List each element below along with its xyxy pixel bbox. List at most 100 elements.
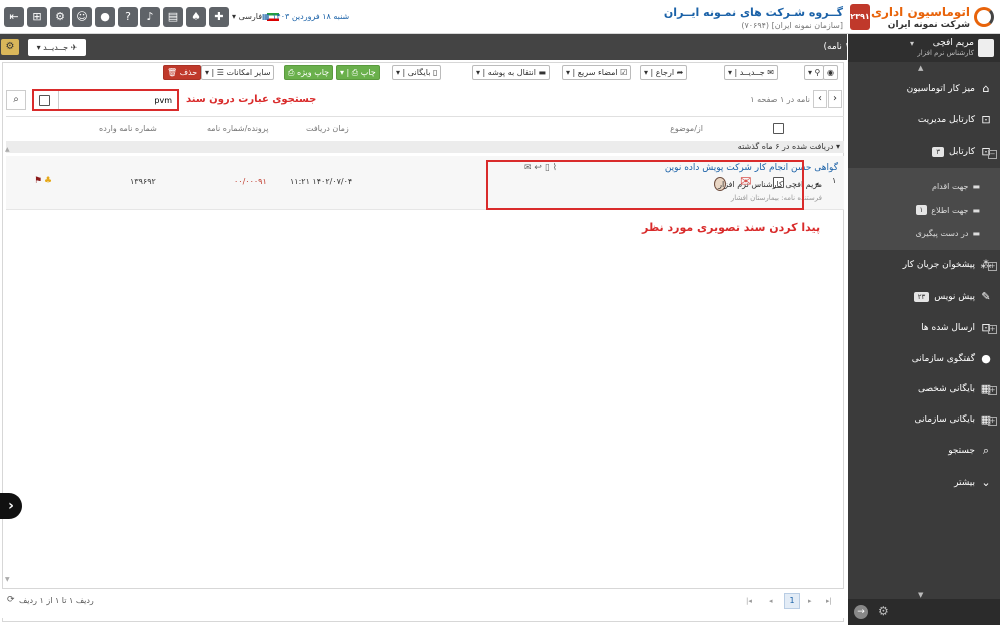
file-number: ۰۰/۰۰۰۹۱ <box>234 177 267 186</box>
chat-icon[interactable]: ● <box>95 7 115 27</box>
collapse-icon[interactable]: − <box>988 150 997 159</box>
rows-info: ردیف ۱ تا ۱ از ۱ ردیف <box>19 596 94 605</box>
chevron-down-icon: ⌄ <box>981 476 991 489</box>
sidebar-item-sent[interactable]: ارسال شده ها ⊡ <box>921 322 992 334</box>
prev-page-button[interactable]: ‹ <box>813 90 827 108</box>
plugin-icon[interactable]: ✚ <box>209 7 229 27</box>
sidebar-item-automation-desk[interactable]: میز کار اتوماسیون ⌂ <box>907 83 992 95</box>
print-button[interactable]: ▾ | ⎙ چاپ <box>336 65 380 80</box>
refer-label: ارجاع <box>655 68 675 77</box>
sidebar-item-label: گفتگوی سازمانی <box>911 354 975 364</box>
scroll-down-icon[interactable]: ▼ <box>918 591 923 599</box>
sidebar-item-workflow[interactable]: پیشخوان جریان کار ⁂ <box>903 259 992 271</box>
quick-sign-button[interactable]: ▾ | امضاء سریع ☑ <box>562 65 632 80</box>
sidebar-subitem-info[interactable]: ۱ جهت اطلاع ▬ <box>915 205 980 215</box>
reload-icon[interactable]: ⟳ <box>7 595 15 605</box>
first-page-icon[interactable]: |◂ <box>746 597 752 605</box>
sidebar-item-search[interactable]: جستجو ⌕ <box>948 445 992 457</box>
sidebar-item-drafts[interactable]: ۲۳ پیش نویس ✎ <box>913 291 992 303</box>
sidebar-item-personal-archive[interactable]: بایگانی شخصی ▦ <box>918 383 992 395</box>
scroll-down-icon[interactable]: ▼ <box>5 576 10 583</box>
expand-icon[interactable]: + <box>988 417 997 426</box>
new-toolbar-button[interactable]: ▾ | جــدیــد ✉ <box>724 65 778 80</box>
document-highlight-box <box>486 160 804 210</box>
search-icon: ⌕ <box>982 444 990 457</box>
move-to-folder-button[interactable]: ▾ | انتقال به پوشه ▬ <box>472 65 551 80</box>
logout-arrow-icon[interactable]: → <box>854 605 868 619</box>
select-all-checkbox[interactable] <box>773 123 784 134</box>
received-time: ۱۱:۲۱ ۱۴۰۲/۰۷/۰۴ <box>290 177 353 186</box>
inbox-icon: ⊡ <box>981 113 991 126</box>
archive-button[interactable]: ▾ | بایگانی ▯ <box>392 65 442 80</box>
search-annotation: جستجوی عبارت درون سند <box>186 94 317 105</box>
special-print-button[interactable]: ⎙ چاپ ویژه <box>284 65 334 80</box>
expand-icon[interactable]: + <box>988 325 997 334</box>
search-button[interactable]: ⌕ <box>6 90 26 110</box>
current-page-button[interactable]: 1 <box>784 593 800 609</box>
sidebar-subitem-followup[interactable]: در دست پیگیری ▬ <box>916 229 980 238</box>
settings-icon[interactable]: ⚙ <box>50 7 70 27</box>
sidebar-subitem-action[interactable]: جهت اقدام ▬ <box>932 182 980 191</box>
refer-button[interactable]: ▾ | ارجاع ➦ <box>640 65 688 80</box>
next-page-button[interactable]: › <box>828 90 842 108</box>
new-letter-button[interactable]: ▾ جــدیــد ✈ <box>28 39 86 56</box>
column-incoming-number[interactable]: شماره نامه وارده <box>99 124 157 133</box>
view-icon[interactable]: ◉ <box>823 65 838 80</box>
expand-icon[interactable]: + <box>988 386 997 395</box>
column-received-time[interactable]: زمان دریافت <box>306 124 349 133</box>
gear-settings-icon[interactable]: ⚙ <box>1 39 19 55</box>
page-info: ۱ نامه در ۱ صفحه <box>750 95 810 104</box>
group-header[interactable]: دریافت شده در ۶ ماه گذشته ▾ <box>6 141 844 153</box>
users-icon[interactable]: ☺ <box>72 7 92 27</box>
chat-icon: ● <box>981 352 991 365</box>
user-name: مریم افچی <box>932 38 974 48</box>
org-chart-icon[interactable]: ⊞ <box>27 7 47 27</box>
date-display: ▦ شنبه ۱۸ فروردین ۱۴۰۳ <box>262 12 350 21</box>
expand-icon[interactable]: + <box>988 262 997 271</box>
prev-page-icon[interactable]: ◂ <box>769 597 773 605</box>
sidebar-footer: → ⚙ <box>848 599 1000 625</box>
chevron-down-icon[interactable]: ▾ <box>910 39 914 48</box>
column-from-subject[interactable]: از/موضوع <box>670 124 703 133</box>
date-label: شنبه ۱۸ فروردین ۱۴۰۳ <box>272 12 350 21</box>
avatar <box>978 39 994 57</box>
row-index: ۱ <box>832 176 837 185</box>
sidebar-item-label: بایگانی سازمانی <box>914 415 975 425</box>
flag-icon[interactable]: ⚑ <box>34 176 42 186</box>
chart-icon[interactable]: ▤ <box>163 7 183 27</box>
drafts-badge: ۲۳ <box>913 292 930 302</box>
org-badge[interactable]: ۲۳۹۱ <box>850 4 870 30</box>
sidebar-item-label: میز کار اتوماسیون <box>906 84 975 94</box>
delete-button[interactable]: 🗑 حذف <box>163 65 202 80</box>
sidebar-item-more[interactable]: بیشتر ⌄ <box>954 477 992 489</box>
folder-icon: ▬ <box>972 182 980 191</box>
next-page-icon[interactable]: ▸ <box>808 597 812 605</box>
help-icon[interactable]: ? <box>118 7 138 27</box>
more-options-button[interactable]: ▾ | ☰ سایر امکانات <box>201 65 275 80</box>
search-checkbox[interactable] <box>39 95 50 106</box>
scroll-up-icon[interactable]: ▲ <box>5 146 10 153</box>
sidebar-subitem-label: در دست پیگیری <box>915 229 969 238</box>
column-file-number[interactable]: پرونده/شماره نامه <box>207 124 268 133</box>
sidebar-item-org-archive[interactable]: بایگانی سازمانی ▦ <box>914 414 992 426</box>
scroll-up-icon[interactable]: ▲ <box>918 64 923 72</box>
settings-icon[interactable]: ⚙ <box>878 604 889 618</box>
bell-icon[interactable]: ♣ <box>44 176 52 186</box>
sidebar: مریم افچی کارشناس نرم افزار ▾ ▲ میز کار … <box>848 34 1000 625</box>
app-logo-icon <box>974 7 994 27</box>
microphone-icon[interactable]: ♪ <box>140 7 160 27</box>
sidebar-item-label: جستجو <box>948 446 975 456</box>
bell-icon[interactable]: ♠ <box>186 7 206 27</box>
search-input[interactable] <box>60 92 172 108</box>
sidebar-item-org-chat[interactable]: گفتگوی سازمانی ● <box>912 353 992 365</box>
last-page-icon[interactable]: ▸| <box>826 597 832 605</box>
logout-icon[interactable]: ⇤ <box>4 7 24 27</box>
sidebar-item-cartable[interactable]: ۳ کارتابل ⊡ <box>932 146 992 158</box>
print-label: چاپ <box>360 68 376 77</box>
sidebar-item-management-cartable[interactable]: کارتابل مدیریت ⊡ <box>918 114 992 126</box>
user-panel[interactable]: مریم افچی کارشناس نرم افزار ▾ <box>848 34 1000 62</box>
top-header: ⇤ ⊞ ⚙ ☺ ● ? ♪ ▤ ♠ ✚ ▾ فارسی ▦ شنبه ۱۸ فر… <box>0 0 1000 34</box>
move-label: انتقال به پوشه <box>487 68 536 77</box>
filter-button[interactable]: ▾ ⚲ <box>804 65 825 80</box>
pagination-bar <box>2 588 844 618</box>
